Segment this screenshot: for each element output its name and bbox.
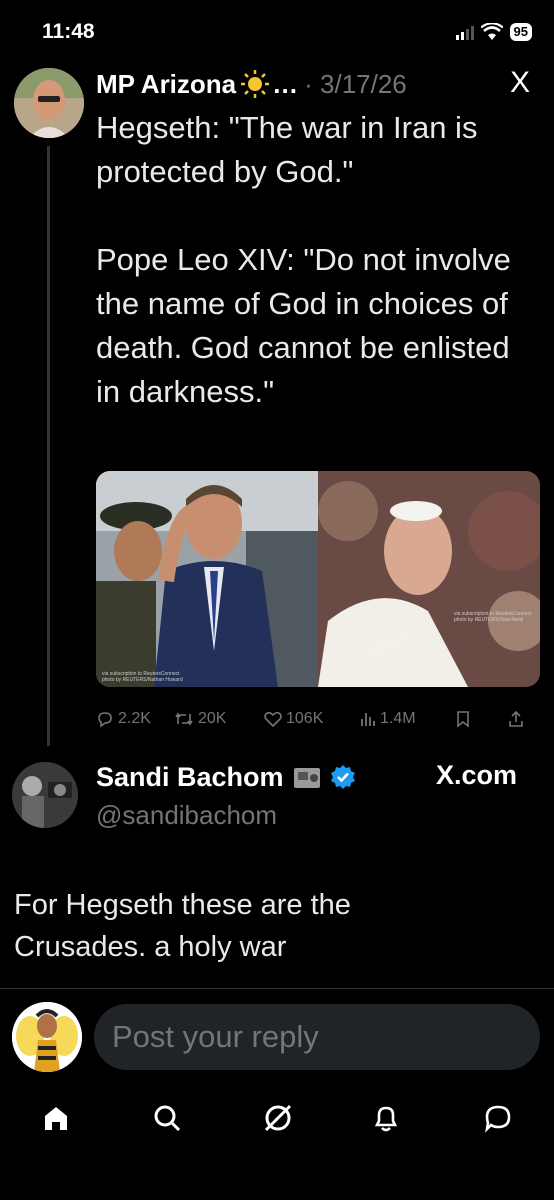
pope-photo[interactable]: [318, 471, 540, 687]
hegseth-photo[interactable]: [96, 471, 318, 687]
repost-action[interactable]: 20K: [174, 710, 264, 728]
search-icon: [154, 1105, 181, 1132]
tweet-media[interactable]: via subscription to ReutersConnect photo…: [96, 471, 540, 687]
tweet-header: MP Arizona … · 3/17/26: [96, 66, 546, 102]
x-logo-icon[interactable]: X: [510, 66, 530, 100]
notifications-icon: [374, 1106, 398, 1132]
grok-icon: [264, 1104, 292, 1132]
bookmark-icon: [457, 711, 469, 728]
like-action[interactable]: 106K: [264, 710, 360, 728]
bookmark-action[interactable]: [456, 710, 508, 728]
reply-input[interactable]: [94, 1004, 540, 1070]
quote-author-name[interactable]: Sandi Bachom: [96, 762, 284, 793]
author-avatar[interactable]: [14, 68, 84, 138]
right-photo-credit: via subscription to ReutersConnect photo…: [454, 611, 532, 623]
wifi-icon: [480, 23, 503, 40]
source-label: X.com: [436, 760, 518, 790]
share-action[interactable]: [508, 710, 538, 728]
bottom-nav: [0, 1090, 554, 1146]
divider: [0, 988, 554, 989]
quote-author-handle[interactable]: @sandibachom: [96, 800, 277, 831]
status-time: 11:48: [42, 20, 95, 43]
nav-messages[interactable]: [470, 1090, 526, 1146]
quote-author-avatar[interactable]: [12, 762, 78, 828]
my-avatar[interactable]: [12, 1002, 82, 1072]
repost-icon: [175, 712, 193, 726]
sun-emoji-icon: [241, 70, 270, 98]
reply-icon: [98, 712, 112, 728]
nav-search[interactable]: [139, 1090, 195, 1146]
views-count: 1.4M: [380, 710, 416, 727]
left-photo-credit: via subscription to ReutersConnect photo…: [102, 671, 183, 683]
reply-action[interactable]: 2.2K: [96, 710, 174, 728]
heart-icon: [264, 711, 282, 727]
battery-icon: 95: [509, 23, 532, 41]
tweet-text: Hegseth: "The war in Iran is protected b…: [96, 110, 511, 409]
verified-badge-icon: [330, 765, 355, 789]
tweet-date[interactable]: · 3/17/26: [304, 69, 407, 100]
author-name[interactable]: MP Arizona: [96, 69, 236, 100]
reply-count: 2.2K: [118, 710, 151, 727]
share-icon: [509, 710, 523, 727]
name-truncation: …: [272, 68, 299, 99]
like-count: 106K: [286, 710, 324, 727]
views-icon: [361, 713, 375, 726]
views-action[interactable]: 1.4M: [360, 710, 456, 728]
thread-line: [47, 146, 50, 746]
signal-icon: [455, 24, 474, 40]
quote-text: For Hegseth these are the Crusades. a ho…: [14, 889, 351, 963]
nav-grok[interactable]: [250, 1090, 306, 1146]
repost-count: 20K: [198, 710, 227, 727]
tweet-actions: 2.2K 20K 106K 1.4M: [96, 706, 540, 732]
video-camera-emoji-icon: [293, 768, 320, 788]
home-icon: [45, 1107, 67, 1130]
status-icons: 95: [455, 20, 532, 44]
nav-notifications[interactable]: [358, 1090, 414, 1146]
messages-icon: [485, 1105, 511, 1133]
nav-home[interactable]: [28, 1090, 84, 1146]
quote-header: Sandi Bachom: [96, 760, 356, 794]
